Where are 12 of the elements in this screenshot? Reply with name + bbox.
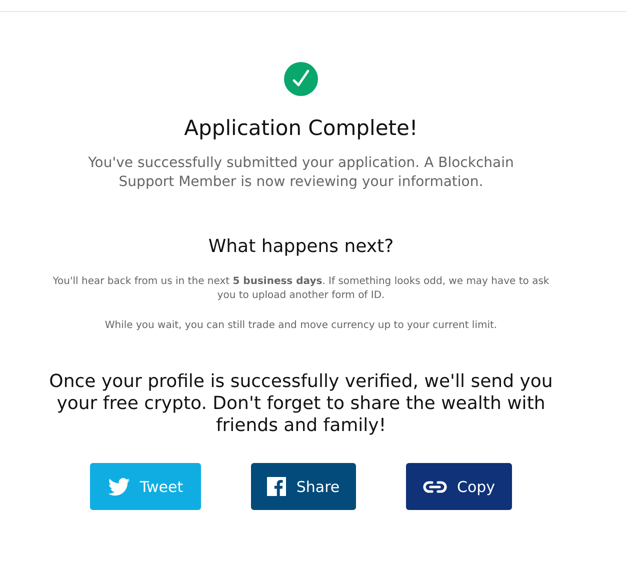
- share-button[interactable]: Share: [251, 463, 356, 510]
- section-heading: What happens next?: [208, 236, 394, 257]
- share-message: Once your profile is successfully verified, we'll send you your free crypto. Don't forget to share the wealth with friends and family!: [48, 371, 554, 437]
- bird-icon: [108, 478, 130, 496]
- facebook-icon: [267, 477, 286, 496]
- info-text: You'll hear back from us in the next 5 business days. If something looks odd, we may have to ask you to upload another form of ID.: [52, 275, 550, 303]
- info-text: While you wait, you can still trade and move currency up to your current limit.: [104, 319, 498, 333]
- copy-button[interactable]: Copy: [406, 463, 512, 510]
- link-icon: [422, 480, 447, 492]
- page-title: Application Complete!: [184, 116, 418, 140]
- intro-text: You've successfully submitted your application. A Blockchain Support Member is now reviewing your information.: [87, 154, 515, 192]
- check-circle-icon: [284, 62, 318, 96]
